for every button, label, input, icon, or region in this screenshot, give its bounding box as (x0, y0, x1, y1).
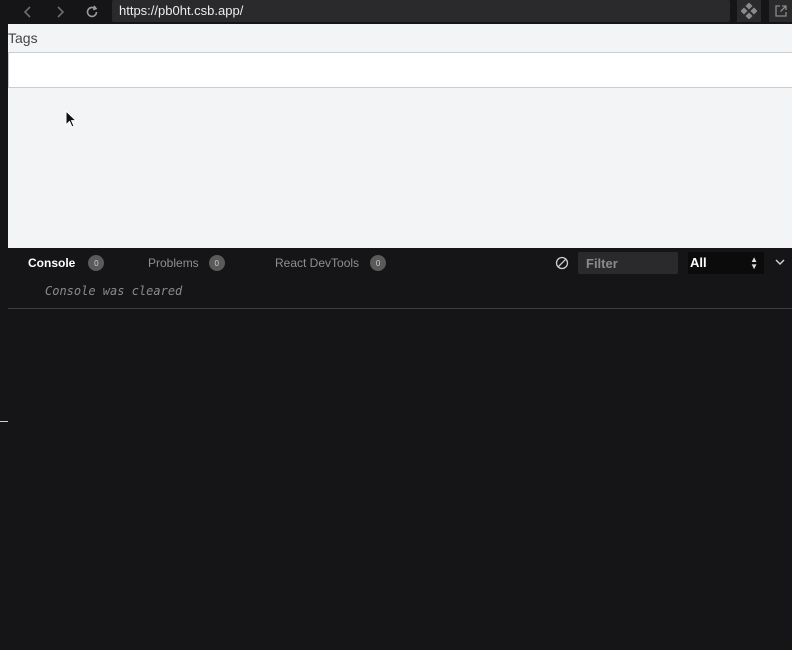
open-in-new-window-button[interactable] (769, 0, 792, 22)
console-filter-input[interactable] (578, 252, 678, 274)
clear-console-icon[interactable] (555, 256, 569, 270)
log-level-select[interactable]: All ▲ ▼ (688, 252, 764, 274)
tab-console[interactable]: Console 0 (28, 248, 105, 278)
log-level-value: All (690, 255, 707, 270)
tags-input[interactable] (8, 52, 792, 88)
back-button[interactable] (16, 0, 40, 24)
chevron-left-icon (23, 6, 31, 18)
preview-pane: Tags (8, 24, 792, 248)
forward-button[interactable] (48, 0, 72, 24)
mouse-pointer-icon (65, 110, 78, 128)
console-divider (8, 308, 792, 309)
problems-count-badge: 0 (208, 255, 225, 271)
react-devtools-count-badge: 0 (370, 255, 387, 271)
select-arrows-icon: ▲ ▼ (750, 255, 758, 271)
devtools-panel: Console 0 Problems 0 React DevTools 0 Al… (8, 248, 792, 650)
console-count-badge: 0 (88, 255, 105, 271)
left-gutter (0, 0, 8, 650)
app-window: https://pb0ht.csb.app/ Tags Console 0 Pr… (0, 0, 792, 650)
external-window-icon (774, 5, 787, 17)
devtools-diamond-icon (741, 3, 757, 19)
devtools-toggle-button[interactable] (737, 0, 761, 22)
chevron-down-icon[interactable] (772, 255, 788, 269)
tab-react-devtools[interactable]: React DevTools 0 (275, 248, 387, 278)
reload-icon (86, 5, 98, 18)
devtools-tabs: Console 0 Problems 0 React DevTools 0 Al… (8, 248, 792, 278)
console-message: Console was cleared (45, 284, 183, 298)
chevron-right-icon (57, 6, 65, 18)
tab-problems[interactable]: Problems 0 (148, 248, 225, 278)
gutter-marker (0, 421, 8, 422)
tab-react-devtools-label: React DevTools (275, 256, 360, 270)
tab-problems-label: Problems (148, 256, 199, 270)
url-bar[interactable]: https://pb0ht.csb.app/ (112, 0, 730, 22)
tab-console-label: Console (28, 256, 76, 270)
url-text: https://pb0ht.csb.app/ (119, 3, 244, 18)
browser-toolbar: https://pb0ht.csb.app/ (8, 0, 792, 24)
reload-button[interactable] (80, 0, 104, 24)
tags-label: Tags (8, 30, 38, 46)
